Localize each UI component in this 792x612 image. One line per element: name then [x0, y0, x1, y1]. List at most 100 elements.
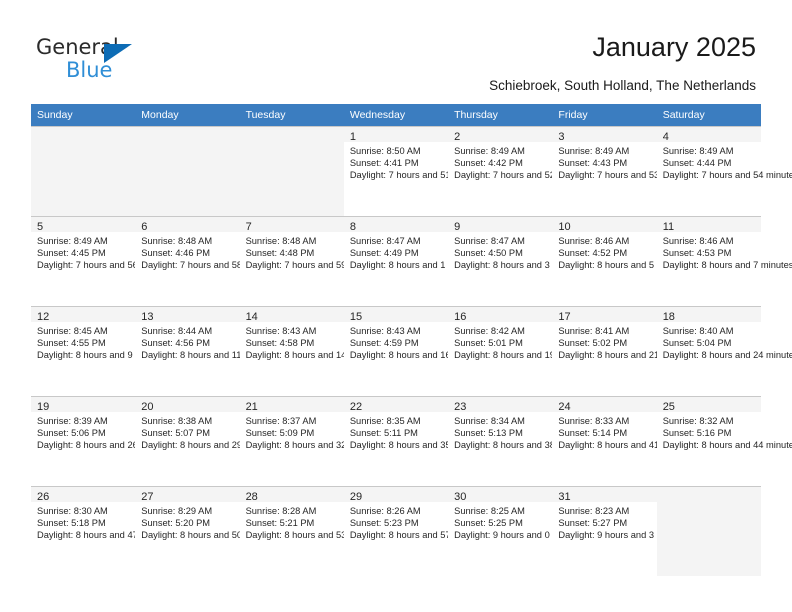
- day-number: 1: [343, 127, 449, 143]
- sunrise-text: Sunrise: 8:34 AM: [454, 416, 525, 426]
- calendar-day-cell[interactable]: 31 Sunrise: 8:23 AM Sunset: 5:27 PM Dayligh…: [552, 486, 692, 576]
- sunrise-text: Sunrise: 8:49 AM: [558, 146, 630, 156]
- calendar-day-cell[interactable]: 30 Sunrise: 8:25 AM Sunset: 5:25 PM Dayligh…: [448, 486, 588, 576]
- day-details: Sunrise: 8:32 AM Sunset: 5:16 PM Daylight:…: [656, 412, 792, 452]
- calendar-day-cell[interactable]: 11 Sunrise: 8:46 AM Sunset: 4:53 PM Dayligh…: [656, 216, 792, 306]
- sunset-text: Sunset: 5:18 PM: [37, 518, 106, 529]
- day-details: Sunrise: 8:26 AM Sunset: 5:23 PM Daylight:…: [343, 502, 489, 542]
- day-details: Sunrise: 8:38 AM Sunset: 5:07 PM Daylight:…: [135, 412, 280, 452]
- calendar-day-cell[interactable]: 20 Sunrise: 8:38 AM Sunset: 5:07 PM Dayligh…: [135, 396, 280, 486]
- calendar-day-cell[interactable]: 15 Sunrise: 8:43 AM Sunset: 4:59 PM Dayligh…: [343, 306, 488, 396]
- calendar-page: General Blue January 2025 Schiebroek, So…: [0, 0, 792, 612]
- day-number: 3: [552, 127, 657, 143]
- sunrise-text: Sunrise: 8:30 AM: [37, 506, 108, 516]
- daylight-text: Daylight: 7 hours and 53 minutes.: [558, 170, 697, 181]
- day-details: Sunrise: 8:35 AM Sunset: 5:11 PM Daylight:…: [343, 412, 488, 452]
- sunset-text: Sunset: 4:53 PM: [662, 248, 732, 259]
- calendar-day-cell[interactable]: 16 Sunrise: 8:42 AM Sunset: 5:01 PM Dayligh…: [448, 306, 593, 396]
- calendar-week-row: 1 Sunrise: 8:50 AM Sunset: 4:41 PM Daylight…: [31, 126, 792, 216]
- day-number: 20: [135, 397, 240, 413]
- calendar-week-row: 5 Sunrise: 8:49 AM Sunset: 4:45 PM Daylight…: [31, 216, 792, 306]
- sunset-text: Sunset: 4:46 PM: [141, 248, 211, 259]
- sunrise-text: Sunrise: 8:47 AM: [454, 236, 525, 246]
- sunrise-text: Sunrise: 8:33 AM: [558, 416, 630, 426]
- calendar-day-cell[interactable]: 18 Sunrise: 8:40 AM Sunset: 5:04 PM Dayligh…: [656, 306, 792, 396]
- sunrise-text: Sunrise: 8:47 AM: [349, 236, 421, 246]
- calendar-day-cell[interactable]: 28 Sunrise: 8:28 AM Sunset: 5:21 PM Dayligh…: [239, 486, 384, 576]
- day-details: Sunrise: 8:42 AM Sunset: 5:01 PM Daylight:…: [448, 322, 593, 362]
- day-details: Sunrise: 8:41 AM Sunset: 5:02 PM Daylight:…: [552, 322, 697, 362]
- daylight-text: Daylight: 8 hours and 24 minutes.: [662, 350, 792, 361]
- calendar-day-cell[interactable]: 22 Sunrise: 8:35 AM Sunset: 5:11 PM Dayligh…: [343, 396, 488, 486]
- sunrise-text: Sunrise: 8:40 AM: [662, 326, 734, 336]
- day-details: Sunrise: 8:47 AM Sunset: 4:49 PM Daylight:…: [343, 232, 479, 272]
- sunrise-text: Sunrise: 8:26 AM: [349, 506, 421, 516]
- day-details: Sunrise: 8:44 AM Sunset: 4:56 PM Daylight:…: [135, 322, 280, 362]
- calendar-day-cell[interactable]: 3 Sunrise: 8:49 AM Sunset: 4:43 PM Daylight…: [552, 126, 697, 216]
- sunrise-text: Sunrise: 8:25 AM: [454, 506, 525, 516]
- daylight-text: Daylight: 8 hours and 57 minutes.: [349, 530, 489, 541]
- calendar-day-cell[interactable]: 7 Sunrise: 8:48 AM Sunset: 4:48 PM Daylight…: [239, 216, 384, 306]
- sunrise-text: Sunrise: 8:46 AM: [662, 236, 734, 246]
- day-details: Sunrise: 8:43 AM Sunset: 4:58 PM Daylight:…: [239, 322, 384, 362]
- sunrise-text: Sunrise: 8:29 AM: [141, 506, 213, 516]
- calendar-day-cell[interactable]: 10 Sunrise: 8:46 AM Sunset: 4:52 PM Dayligh…: [552, 216, 692, 306]
- sunset-text: Sunset: 4:50 PM: [454, 248, 523, 259]
- day-details: Sunrise: 8:39 AM Sunset: 5:06 PM Daylight:…: [31, 412, 176, 452]
- calendar-day-cell[interactable]: 24 Sunrise: 8:33 AM Sunset: 5:14 PM Dayligh…: [552, 396, 697, 486]
- calendar-day-cell[interactable]: 26 Sunrise: 8:30 AM Sunset: 5:18 PM Dayligh…: [31, 486, 176, 576]
- sunset-text: Sunset: 4:42 PM: [454, 158, 523, 169]
- sunset-text: Sunset: 4:52 PM: [558, 248, 628, 259]
- day-number: 8: [343, 217, 449, 233]
- calendar-day-cell[interactable]: 4 Sunrise: 8:49 AM Sunset: 4:44 PM Daylight…: [656, 126, 792, 216]
- sunset-text: Sunset: 5:09 PM: [245, 428, 315, 439]
- daylight-text: Daylight: 9 hours and 3 minutes.: [558, 530, 692, 541]
- calendar-day-cell[interactable]: 5 Sunrise: 8:49 AM Sunset: 4:45 PM Daylight…: [31, 216, 176, 306]
- daylight-text: Daylight: 9 hours and 0 minutes.: [454, 530, 588, 541]
- day-details: Sunrise: 8:49 AM Sunset: 4:44 PM Daylight:…: [656, 142, 792, 182]
- calendar-day-cell[interactable]: 13 Sunrise: 8:44 AM Sunset: 4:56 PM Dayligh…: [135, 306, 280, 396]
- calendar-day-cell[interactable]: 12 Sunrise: 8:45 AM Sunset: 4:55 PM Dayligh…: [31, 306, 170, 396]
- sunrise-text: Sunrise: 8:49 AM: [662, 146, 734, 156]
- calendar-day-cell[interactable]: 21 Sunrise: 8:37 AM Sunset: 5:09 PM Dayligh…: [239, 396, 384, 486]
- sunrise-text: Sunrise: 8:32 AM: [662, 416, 734, 426]
- sunrise-text: Sunrise: 8:44 AM: [141, 326, 213, 336]
- daylight-text: Daylight: 8 hours and 47 minutes.: [37, 530, 176, 541]
- calendar-day-cell[interactable]: 2 Sunrise: 8:49 AM Sunset: 4:42 PM Daylight…: [448, 126, 593, 216]
- calendar-day-cell[interactable]: 9 Sunrise: 8:47 AM Sunset: 4:50 PM Daylight…: [448, 216, 588, 306]
- generalblue-logo[interactable]: General Blue: [36, 36, 156, 84]
- calendar-day-cell[interactable]: 27 Sunrise: 8:29 AM Sunset: 5:20 PM Dayligh…: [135, 486, 280, 576]
- weekday-header-thursday: Thursday: [448, 104, 553, 126]
- sunrise-text: Sunrise: 8:23 AM: [558, 506, 630, 516]
- sunrise-text: Sunrise: 8:39 AM: [37, 416, 108, 426]
- day-number: 18: [656, 307, 761, 323]
- calendar-day-cell[interactable]: 17 Sunrise: 8:41 AM Sunset: 5:02 PM Dayligh…: [552, 306, 697, 396]
- day-number: 10: [552, 217, 657, 233]
- calendar-day-cell[interactable]: 8 Sunrise: 8:47 AM Sunset: 4:49 PM Daylight…: [343, 216, 479, 306]
- day-details: Sunrise: 8:50 AM Sunset: 4:41 PM Daylight:…: [343, 142, 488, 182]
- daylight-text: Daylight: 8 hours and 3 minutes.: [454, 260, 588, 271]
- calendar-day-cell[interactable]: 25 Sunrise: 8:32 AM Sunset: 5:16 PM Dayligh…: [656, 396, 792, 486]
- sunset-text: Sunset: 4:49 PM: [349, 248, 419, 259]
- day-number: 13: [135, 307, 240, 323]
- calendar-day-cell[interactable]: 23 Sunrise: 8:34 AM Sunset: 5:13 PM Dayligh…: [448, 396, 593, 486]
- sunset-text: Sunset: 5:25 PM: [454, 518, 523, 529]
- day-number: 27: [135, 487, 240, 503]
- empty-day-placeholder: [135, 127, 240, 142]
- day-details: Sunrise: 8:23 AM Sunset: 5:27 PM Daylight:…: [552, 502, 692, 542]
- calendar-day-cell[interactable]: 29 Sunrise: 8:26 AM Sunset: 5:23 PM Dayligh…: [343, 486, 489, 576]
- page-title: January 2025: [592, 32, 756, 62]
- calendar-day-cell[interactable]: 14 Sunrise: 8:43 AM Sunset: 4:58 PM Dayligh…: [239, 306, 384, 396]
- sunset-text: Sunset: 5:02 PM: [558, 338, 628, 349]
- day-details: Sunrise: 8:46 AM Sunset: 4:52 PM Daylight:…: [552, 232, 692, 272]
- calendar-day-cell[interactable]: 19 Sunrise: 8:39 AM Sunset: 5:06 PM Dayligh…: [31, 396, 176, 486]
- calendar-day-cell[interactable]: 6 Sunrise: 8:48 AM Sunset: 4:46 PM Daylight…: [135, 216, 280, 306]
- calendar-day-cell[interactable]: 1 Sunrise: 8:50 AM Sunset: 4:41 PM Daylight…: [343, 126, 488, 216]
- day-details: Sunrise: 8:48 AM Sunset: 4:46 PM Daylight:…: [135, 232, 280, 272]
- day-number: 16: [448, 307, 553, 323]
- sunset-text: Sunset: 5:01 PM: [454, 338, 523, 349]
- daylight-text: Daylight: 7 hours and 58 minutes.: [141, 260, 280, 271]
- daylight-text: Daylight: 8 hours and 29 minutes.: [141, 440, 280, 451]
- daylight-text: Daylight: 8 hours and 11 minutes.: [141, 350, 280, 361]
- calendar-cell-empty: [135, 126, 240, 216]
